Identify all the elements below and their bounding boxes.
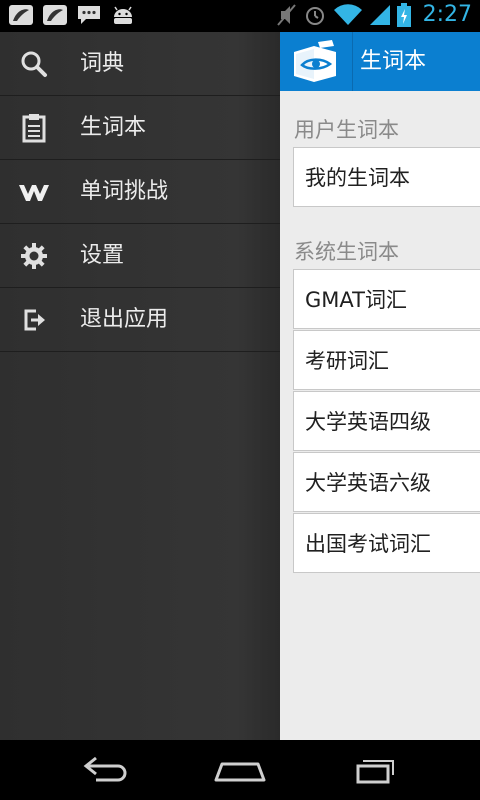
drawer-item-label: 单词挑战 (80, 179, 169, 204)
wordbook-label: GMAT词汇 (305, 288, 407, 312)
drawer-item-wordbook[interactable]: 生词本 (0, 96, 280, 160)
leaf-notification-icon (9, 5, 33, 25)
drawer-item-dictionary[interactable]: 词典 (0, 32, 280, 96)
wordbook-item-study-abroad[interactable]: 出国考试词汇 (293, 513, 480, 573)
user-wordbooks-header: 用户生词本 (294, 118, 399, 142)
action-bar: 生词本 (280, 32, 480, 91)
wordbook-item-my[interactable]: 我的生词本 (293, 147, 480, 207)
mute-icon (276, 3, 296, 26)
drawer-item-label: 设置 (80, 243, 125, 268)
wordbook-item-cet6[interactable]: 大学英语六级 (293, 452, 480, 512)
page-title: 生词本 (360, 49, 427, 74)
wordbook-item-kaoyan[interactable]: 考研词汇 (293, 330, 480, 390)
home-icon[interactable] (210, 752, 270, 788)
clipboard-icon (22, 114, 46, 143)
alarm-icon (305, 6, 324, 25)
battery-charging-icon (396, 2, 411, 27)
wifi-icon (333, 3, 362, 25)
action-bar-divider (352, 32, 353, 91)
signal-icon (369, 4, 390, 25)
w-icon (19, 185, 49, 201)
leaf-notification-icon (43, 5, 67, 25)
wordbook-label: 出国考试词汇 (305, 532, 431, 556)
wordbook-label: 大学英语四级 (305, 410, 431, 434)
navigation-drawer: 词典 生词本 单词挑战 设置 退出应用 (0, 32, 280, 740)
main-content: 生词本 用户生词本 我的生词本 系统生词本 GMAT词汇 考研词汇 大学英语四级… (280, 32, 480, 740)
back-icon[interactable] (76, 752, 136, 788)
status-bar: 2:27 (0, 0, 480, 32)
drawer-item-label: 退出应用 (80, 307, 169, 332)
drawer-item-exit[interactable]: 退出应用 (0, 288, 280, 352)
drawer-item-settings[interactable]: 设置 (0, 224, 280, 288)
wordbook-label: 大学英语六级 (305, 471, 431, 495)
wordbook-label: 我的生词本 (305, 166, 410, 190)
gear-icon (21, 243, 47, 269)
recents-icon[interactable] (344, 752, 404, 788)
android-icon (114, 6, 132, 24)
drawer-item-label: 词典 (80, 51, 125, 76)
wordbook-label: 考研词汇 (305, 349, 389, 373)
clock: 2:27 (422, 2, 472, 27)
search-icon (21, 51, 47, 77)
wordbook-item-gmat[interactable]: GMAT词汇 (293, 269, 480, 329)
exit-icon (24, 309, 45, 331)
wordbook-item-cet4[interactable]: 大学英语四级 (293, 391, 480, 451)
system-wordbooks-header: 系统生词本 (294, 240, 399, 264)
drawer-item-word-challenge[interactable]: 单词挑战 (0, 160, 280, 224)
book-logo-icon[interactable] (288, 38, 342, 86)
chat-icon (78, 6, 100, 24)
drawer-item-label: 生词本 (80, 115, 147, 140)
system-nav-bar (0, 740, 480, 800)
